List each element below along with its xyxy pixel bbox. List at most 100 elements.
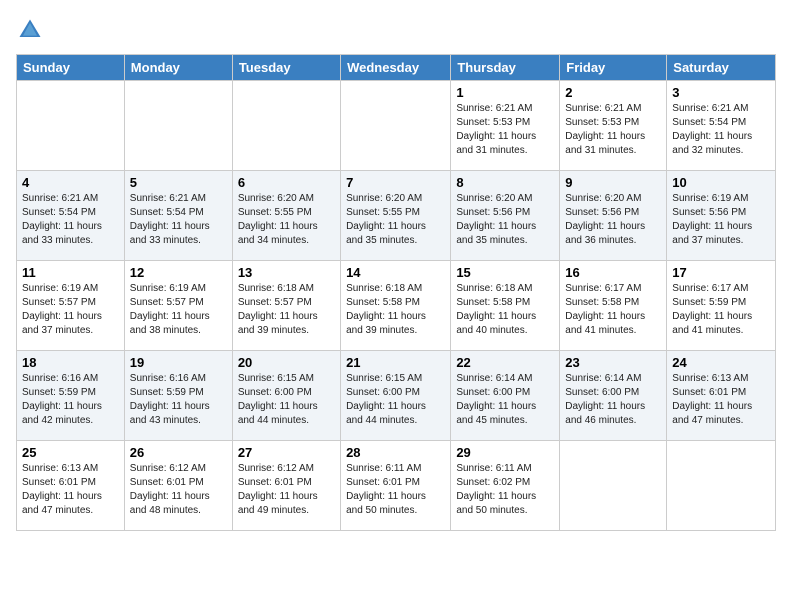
day-number: 6 [238,175,335,190]
day-of-week-header: Friday [560,55,667,81]
logo [16,16,48,44]
day-info: Sunrise: 6:15 AM Sunset: 6:00 PM Dayligh… [346,372,445,428]
day-number: 27 [238,445,335,460]
calendar-table: SundayMondayTuesdayWednesdayThursdayFrid… [16,54,776,531]
calendar-cell: 11 Sunrise: 6:19 AM Sunset: 5:57 PM Dayli… [17,261,125,351]
calendar-week-row: 25 Sunrise: 6:13 AM Sunset: 6:01 PM Dayli… [17,441,776,531]
day-info: Sunrise: 6:15 AM Sunset: 6:00 PM Dayligh… [238,372,335,428]
day-number: 10 [672,175,770,190]
day-number: 8 [456,175,554,190]
calendar-cell: 22 Sunrise: 6:14 AM Sunset: 6:00 PM Dayli… [451,351,560,441]
day-info: Sunrise: 6:21 AM Sunset: 5:54 PM Dayligh… [672,102,770,158]
day-number: 15 [456,265,554,280]
calendar-cell [560,441,667,531]
day-of-week-header: Saturday [667,55,776,81]
day-number: 21 [346,355,445,370]
calendar-week-row: 11 Sunrise: 6:19 AM Sunset: 5:57 PM Dayli… [17,261,776,351]
day-number: 28 [346,445,445,460]
calendar-cell: 15 Sunrise: 6:18 AM Sunset: 5:58 PM Dayli… [451,261,560,351]
calendar-week-row: 4 Sunrise: 6:21 AM Sunset: 5:54 PM Daylig… [17,171,776,261]
day-info: Sunrise: 6:18 AM Sunset: 5:58 PM Dayligh… [456,282,554,338]
calendar-cell: 12 Sunrise: 6:19 AM Sunset: 5:57 PM Dayli… [124,261,232,351]
day-info: Sunrise: 6:14 AM Sunset: 6:00 PM Dayligh… [456,372,554,428]
calendar-cell: 13 Sunrise: 6:18 AM Sunset: 5:57 PM Dayli… [232,261,340,351]
calendar-cell [124,81,232,171]
day-number: 4 [22,175,119,190]
calendar-cell: 4 Sunrise: 6:21 AM Sunset: 5:54 PM Daylig… [17,171,125,261]
day-info: Sunrise: 6:11 AM Sunset: 6:02 PM Dayligh… [456,462,554,518]
day-of-week-header: Wednesday [341,55,451,81]
calendar-cell: 1 Sunrise: 6:21 AM Sunset: 5:53 PM Daylig… [451,81,560,171]
day-info: Sunrise: 6:11 AM Sunset: 6:01 PM Dayligh… [346,462,445,518]
calendar-cell: 25 Sunrise: 6:13 AM Sunset: 6:01 PM Dayli… [17,441,125,531]
day-number: 26 [130,445,227,460]
day-info: Sunrise: 6:12 AM Sunset: 6:01 PM Dayligh… [238,462,335,518]
calendar-cell: 10 Sunrise: 6:19 AM Sunset: 5:56 PM Dayli… [667,171,776,261]
day-info: Sunrise: 6:21 AM Sunset: 5:53 PM Dayligh… [565,102,661,158]
day-number: 12 [130,265,227,280]
day-info: Sunrise: 6:20 AM Sunset: 5:56 PM Dayligh… [565,192,661,248]
day-number: 23 [565,355,661,370]
calendar-cell: 3 Sunrise: 6:21 AM Sunset: 5:54 PM Daylig… [667,81,776,171]
day-info: Sunrise: 6:17 AM Sunset: 5:58 PM Dayligh… [565,282,661,338]
calendar-cell [341,81,451,171]
calendar-cell: 5 Sunrise: 6:21 AM Sunset: 5:54 PM Daylig… [124,171,232,261]
calendar-week-row: 18 Sunrise: 6:16 AM Sunset: 5:59 PM Dayli… [17,351,776,441]
day-info: Sunrise: 6:21 AM Sunset: 5:54 PM Dayligh… [22,192,119,248]
calendar-cell: 16 Sunrise: 6:17 AM Sunset: 5:58 PM Dayli… [560,261,667,351]
calendar-header-row: SundayMondayTuesdayWednesdayThursdayFrid… [17,55,776,81]
calendar-cell: 9 Sunrise: 6:20 AM Sunset: 5:56 PM Daylig… [560,171,667,261]
calendar-cell: 2 Sunrise: 6:21 AM Sunset: 5:53 PM Daylig… [560,81,667,171]
day-number: 18 [22,355,119,370]
calendar-cell: 19Sunrise: 6:16 AM Sunset: 5:59 PM Dayli… [124,351,232,441]
day-number: 1 [456,85,554,100]
day-number: 11 [22,265,119,280]
calendar-cell: 14Sunrise: 6:18 AM Sunset: 5:58 PM Dayli… [341,261,451,351]
calendar-cell: 28 Sunrise: 6:11 AM Sunset: 6:01 PM Dayli… [341,441,451,531]
day-info: Sunrise: 6:18 AM Sunset: 5:57 PM Dayligh… [238,282,335,338]
calendar-cell: 29 Sunrise: 6:11 AM Sunset: 6:02 PM Dayli… [451,441,560,531]
calendar-cell: 21 Sunrise: 6:15 AM Sunset: 6:00 PM Dayli… [341,351,451,441]
day-number: 25 [22,445,119,460]
day-number: 14 [346,265,445,280]
calendar-cell: 27 Sunrise: 6:12 AM Sunset: 6:01 PM Dayli… [232,441,340,531]
day-of-week-header: Thursday [451,55,560,81]
calendar-cell: 17Sunrise: 6:17 AM Sunset: 5:59 PM Dayli… [667,261,776,351]
day-number: 3 [672,85,770,100]
day-info: Sunrise: 6:14 AM Sunset: 6:00 PM Dayligh… [565,372,661,428]
day-info: Sunrise: 6:20 AM Sunset: 5:55 PM Dayligh… [238,192,335,248]
calendar-cell: 20 Sunrise: 6:15 AM Sunset: 6:00 PM Dayli… [232,351,340,441]
day-number: 5 [130,175,227,190]
day-info: Sunrise: 6:19 AM Sunset: 5:57 PM Dayligh… [22,282,119,338]
day-info: Sunrise: 6:21 AM Sunset: 5:53 PM Dayligh… [456,102,554,158]
day-info: Sunrise: 6:20 AM Sunset: 5:56 PM Dayligh… [456,192,554,248]
header [16,16,776,44]
day-number: 24 [672,355,770,370]
calendar-cell: 7Sunrise: 6:20 AM Sunset: 5:55 PM Daylig… [341,171,451,261]
day-number: 29 [456,445,554,460]
day-number: 2 [565,85,661,100]
day-number: 17 [672,265,770,280]
calendar-cell: 8 Sunrise: 6:20 AM Sunset: 5:56 PM Daylig… [451,171,560,261]
day-info: Sunrise: 6:13 AM Sunset: 6:01 PM Dayligh… [22,462,119,518]
day-info: Sunrise: 6:21 AM Sunset: 5:54 PM Dayligh… [130,192,227,248]
day-info: Sunrise: 6:16 AM Sunset: 5:59 PM Dayligh… [22,372,119,428]
day-number: 20 [238,355,335,370]
day-info: Sunrise: 6:19 AM Sunset: 5:57 PM Dayligh… [130,282,227,338]
day-of-week-header: Sunday [17,55,125,81]
day-number: 13 [238,265,335,280]
day-number: 9 [565,175,661,190]
day-info: Sunrise: 6:19 AM Sunset: 5:56 PM Dayligh… [672,192,770,248]
calendar-cell: 24 Sunrise: 6:13 AM Sunset: 6:01 PM Dayli… [667,351,776,441]
calendar-cell: 18 Sunrise: 6:16 AM Sunset: 5:59 PM Dayli… [17,351,125,441]
day-info: Sunrise: 6:13 AM Sunset: 6:01 PM Dayligh… [672,372,770,428]
day-number: 22 [456,355,554,370]
day-number: 16 [565,265,661,280]
calendar-cell [667,441,776,531]
calendar-cell [232,81,340,171]
day-number: 7 [346,175,445,190]
day-info: Sunrise: 6:12 AM Sunset: 6:01 PM Dayligh… [130,462,227,518]
day-number: 19 [130,355,227,370]
calendar-cell [17,81,125,171]
day-of-week-header: Monday [124,55,232,81]
